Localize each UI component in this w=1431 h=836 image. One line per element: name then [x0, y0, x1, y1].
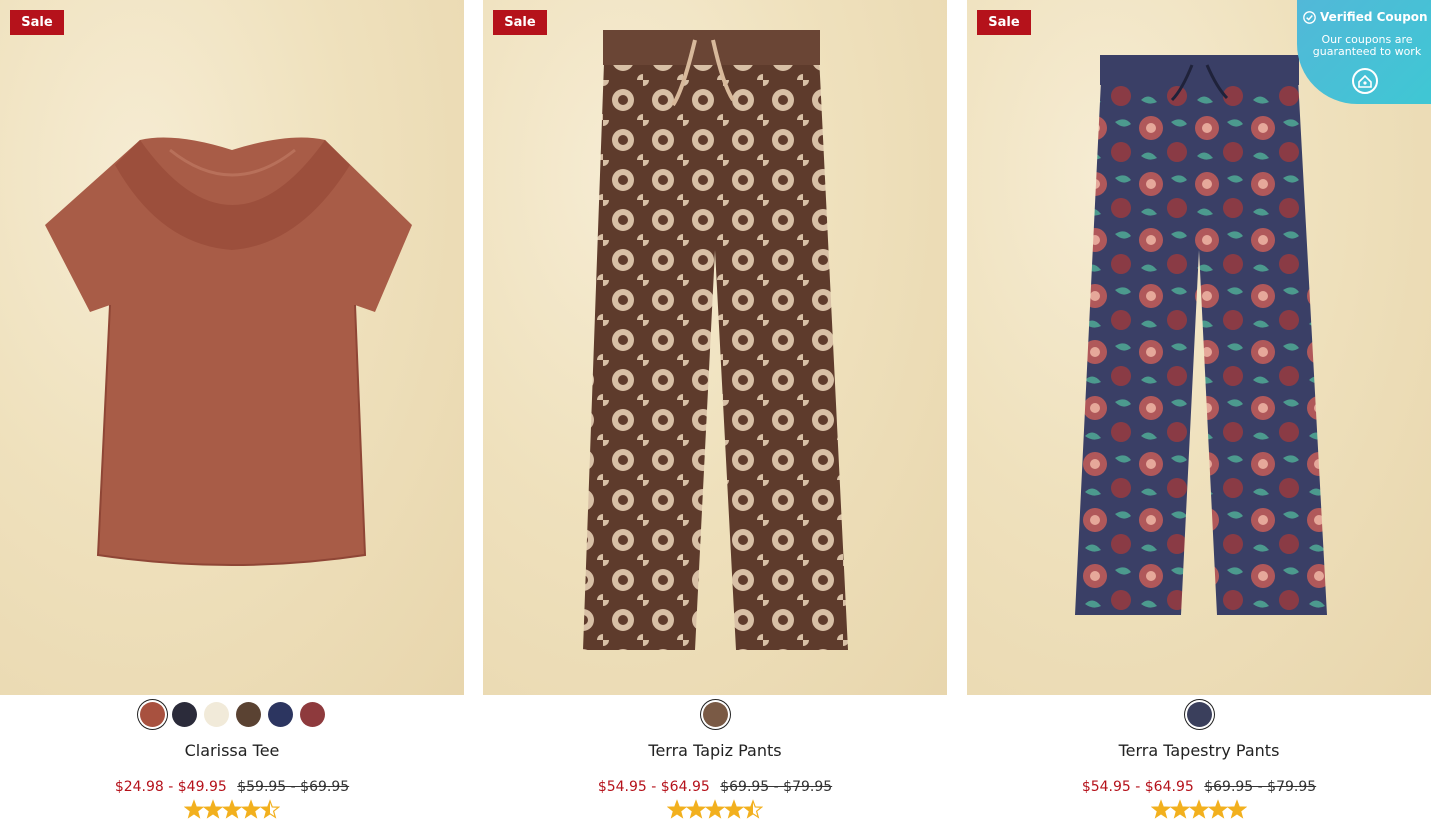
product-name-link[interactable]: Terra Tapiz Pants — [483, 741, 947, 760]
star-icon — [1226, 799, 1248, 819]
color-swatches — [967, 701, 1431, 729]
coupon-logo-icon[interactable] — [1352, 68, 1378, 94]
check-circle-icon — [1303, 10, 1316, 24]
star-icon — [183, 799, 205, 819]
sale-badge: Sale — [493, 10, 547, 35]
price-row: $54.95 - $64.95 $69.95 - $79.95 — [967, 779, 1431, 795]
star-icon — [1188, 799, 1210, 819]
color-swatch[interactable] — [139, 702, 165, 727]
star-icon — [704, 799, 726, 819]
product-card: Sale Terra Tapestry Pants $54.95 - $64.9… — [967, 0, 1431, 836]
color-swatch[interactable] — [1186, 702, 1212, 727]
product-image[interactable]: Sale — [0, 0, 464, 695]
original-price: $69.95 - $79.95 — [1204, 779, 1317, 795]
sale-price: $54.95 - $64.95 — [597, 779, 710, 795]
verified-coupon-widget[interactable]: Verified Coupon Our coupons are guarante… — [1297, 0, 1431, 104]
color-swatch[interactable] — [203, 702, 229, 727]
star-icon — [1169, 799, 1191, 819]
product-grid: Sale Clarissa Tee $24.98 - $49.95 $59.95… — [0, 0, 1431, 836]
sale-badge: Sale — [977, 10, 1031, 35]
price-row: $24.98 - $49.95 $59.95 - $69.95 — [0, 779, 464, 795]
star-rating[interactable] — [0, 799, 464, 826]
color-swatch[interactable] — [299, 702, 325, 727]
sale-price: $54.95 - $64.95 — [1081, 779, 1194, 795]
color-swatch[interactable] — [171, 702, 197, 727]
color-swatches — [0, 701, 464, 729]
star-rating[interactable] — [483, 799, 947, 826]
home-icon — [1358, 74, 1372, 88]
color-swatch[interactable] — [702, 702, 728, 727]
color-swatches — [483, 701, 947, 729]
star-rating[interactable] — [967, 799, 1431, 826]
star-icon — [666, 799, 688, 819]
product-card: Sale Clarissa Tee $24.98 - $49.95 $59.95… — [0, 0, 464, 836]
product-image[interactable]: Sale — [483, 0, 947, 695]
star-icon — [723, 799, 745, 819]
star-icon — [240, 799, 262, 819]
star-icon — [259, 799, 281, 819]
color-swatch[interactable] — [267, 702, 293, 727]
star-icon — [1150, 799, 1172, 819]
original-price: $59.95 - $69.95 — [237, 779, 350, 795]
pants-illustration — [1075, 55, 1327, 615]
star-icon — [1207, 799, 1229, 819]
stars-graphic — [183, 799, 281, 819]
star-icon — [221, 799, 243, 819]
star-icon — [742, 799, 764, 819]
original-price: $69.95 - $79.95 — [720, 779, 833, 795]
stars-graphic — [1150, 799, 1248, 819]
coupon-title: Verified Coupon — [1320, 10, 1428, 24]
sale-badge: Sale — [10, 10, 64, 35]
price-row: $54.95 - $64.95 $69.95 - $79.95 — [483, 779, 947, 795]
product-card: Sale Terra Tapiz Pants $54.95 - $64.95 $… — [483, 0, 947, 836]
sale-price: $24.98 - $49.95 — [114, 779, 227, 795]
tee-illustration — [45, 137, 412, 566]
star-icon — [685, 799, 707, 819]
stars-graphic — [666, 799, 764, 819]
product-name-link[interactable]: Clarissa Tee — [0, 741, 464, 760]
coupon-title-row: Verified Coupon — [1303, 10, 1429, 24]
star-icon — [202, 799, 224, 819]
pants-illustration — [583, 30, 848, 650]
coupon-description: Our coupons are guaranteed to work — [1312, 33, 1422, 58]
color-swatch[interactable] — [235, 702, 261, 727]
product-name-link[interactable]: Terra Tapestry Pants — [967, 741, 1431, 760]
product-image[interactable]: Sale — [967, 0, 1431, 695]
